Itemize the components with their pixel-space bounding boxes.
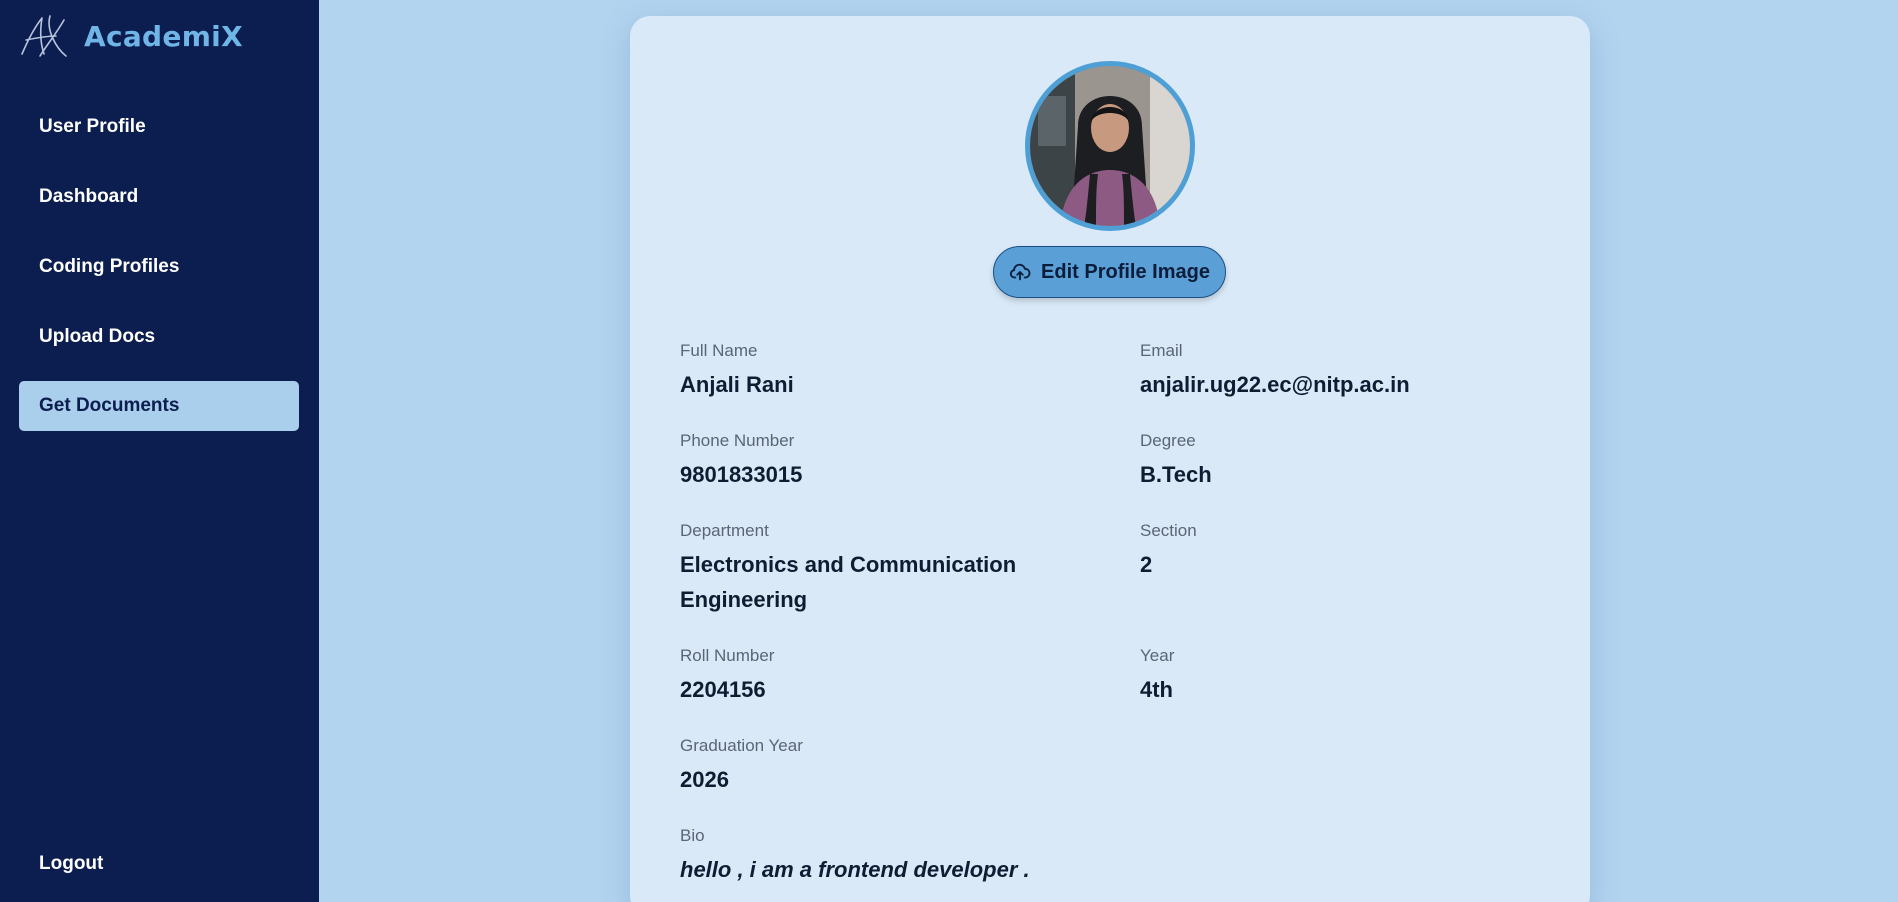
- sidebar-item-get-documents[interactable]: Get Documents: [19, 381, 299, 431]
- field-value: 2026: [680, 767, 729, 792]
- field-value: 9801833015: [680, 462, 803, 487]
- sidebar-item-coding-profiles[interactable]: Coding Profiles: [19, 242, 299, 292]
- field-department: Department Electronics and Communication…: [680, 521, 1040, 617]
- script-ax-logo-icon: [21, 15, 67, 57]
- field-bio: Bio hello , i am a frontend developer .: [680, 826, 1380, 887]
- brand-name: AcademiX: [84, 19, 243, 53]
- field-value: anjalir.ug22.ec@nitp.ac.in: [1140, 372, 1410, 397]
- field-email: Email anjalir.ug22.ec@nitp.ac.in: [1140, 341, 1540, 402]
- field-value: B.Tech: [1140, 462, 1212, 487]
- edit-profile-image-button[interactable]: Edit Profile Image: [993, 246, 1226, 298]
- field-label: Degree: [1140, 431, 1196, 450]
- field-graduation-year: Graduation Year 2026: [680, 736, 1080, 797]
- profile-card: Edit Profile Image Full Name Anjali Rani…: [630, 16, 1590, 902]
- field-label: Graduation Year: [680, 736, 803, 755]
- profile-photo: [1030, 66, 1190, 226]
- logout-button[interactable]: Logout: [19, 839, 299, 889]
- field-label: Bio: [680, 826, 705, 845]
- avatar: [1025, 61, 1195, 231]
- sidebar-item-user-profile[interactable]: User Profile: [19, 102, 299, 152]
- sidebar-item-dashboard[interactable]: Dashboard: [19, 172, 299, 222]
- field-section: Section 2: [1140, 521, 1540, 582]
- sidebar-item-upload-docs[interactable]: Upload Docs: [19, 312, 299, 362]
- field-year: Year 4th: [1140, 646, 1540, 707]
- field-label: Department: [680, 521, 769, 540]
- field-value: 2: [1140, 552, 1153, 577]
- brand[interactable]: AcademiX: [16, 10, 243, 62]
- field-value: Electronics and Communication Engineerin…: [680, 552, 1017, 612]
- field-full-name: Full Name Anjali Rani: [680, 341, 1080, 402]
- field-label: Phone Number: [680, 431, 795, 450]
- field-label: Full Name: [680, 341, 758, 360]
- field-roll-number: Roll Number 2204156: [680, 646, 1080, 707]
- edit-profile-image-label: Edit Profile Image: [1041, 260, 1210, 283]
- field-phone-number: Phone Number 9801833015: [680, 431, 1080, 492]
- field-label: Year: [1140, 646, 1175, 665]
- field-label: Email: [1140, 341, 1183, 360]
- field-degree: Degree B.Tech: [1140, 431, 1540, 492]
- cloud-upload-icon: [1009, 263, 1031, 281]
- field-label: Section: [1140, 521, 1197, 540]
- field-value: 4th: [1140, 677, 1173, 702]
- field-value: 2204156: [680, 677, 766, 702]
- sidebar: AcademiX User Profile Dashboard Coding P…: [0, 0, 319, 902]
- field-label: Roll Number: [680, 646, 775, 665]
- field-value: hello , i am a frontend developer .: [680, 857, 1030, 882]
- field-value: Anjali Rani: [680, 372, 794, 397]
